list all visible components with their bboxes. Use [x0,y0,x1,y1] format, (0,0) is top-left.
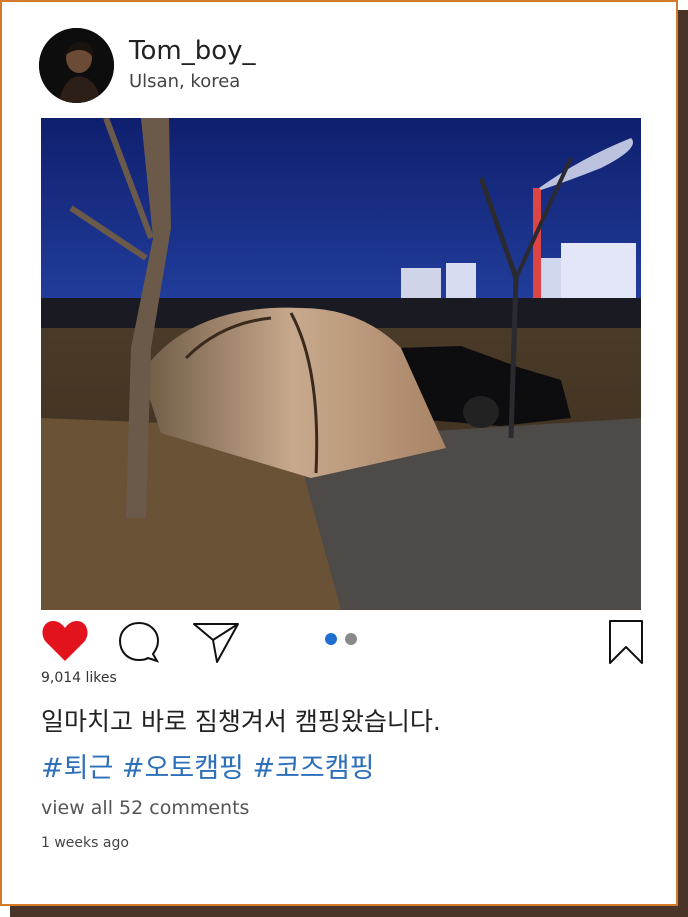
frame-shadow-bottom [10,906,688,917]
carousel-dot[interactable] [345,633,357,645]
avatar[interactable] [39,28,114,103]
post-photo[interactable] [41,118,641,610]
post-hashtags[interactable]: #퇴근 #오토캠핑 #코즈캠핑 [41,746,374,785]
bookmark-icon[interactable] [608,619,644,665]
carousel-dot-active[interactable] [325,633,337,645]
location[interactable]: Ulsan, korea [129,71,240,92]
comment-bubble-icon[interactable] [117,620,161,664]
view-comments-link[interactable]: view all 52 comments [41,797,249,819]
like-count[interactable]: 9,014 likes [41,670,117,686]
frame-shadow-right [678,10,688,917]
username[interactable]: Tom_boy_ [129,36,256,66]
post-caption: 일마치고 바로 짐챙겨서 캠핑왔습니다. [41,707,441,736]
post-timestamp: 1 weeks ago [41,835,129,851]
heart-icon[interactable] [41,619,89,663]
send-icon[interactable] [191,620,241,664]
